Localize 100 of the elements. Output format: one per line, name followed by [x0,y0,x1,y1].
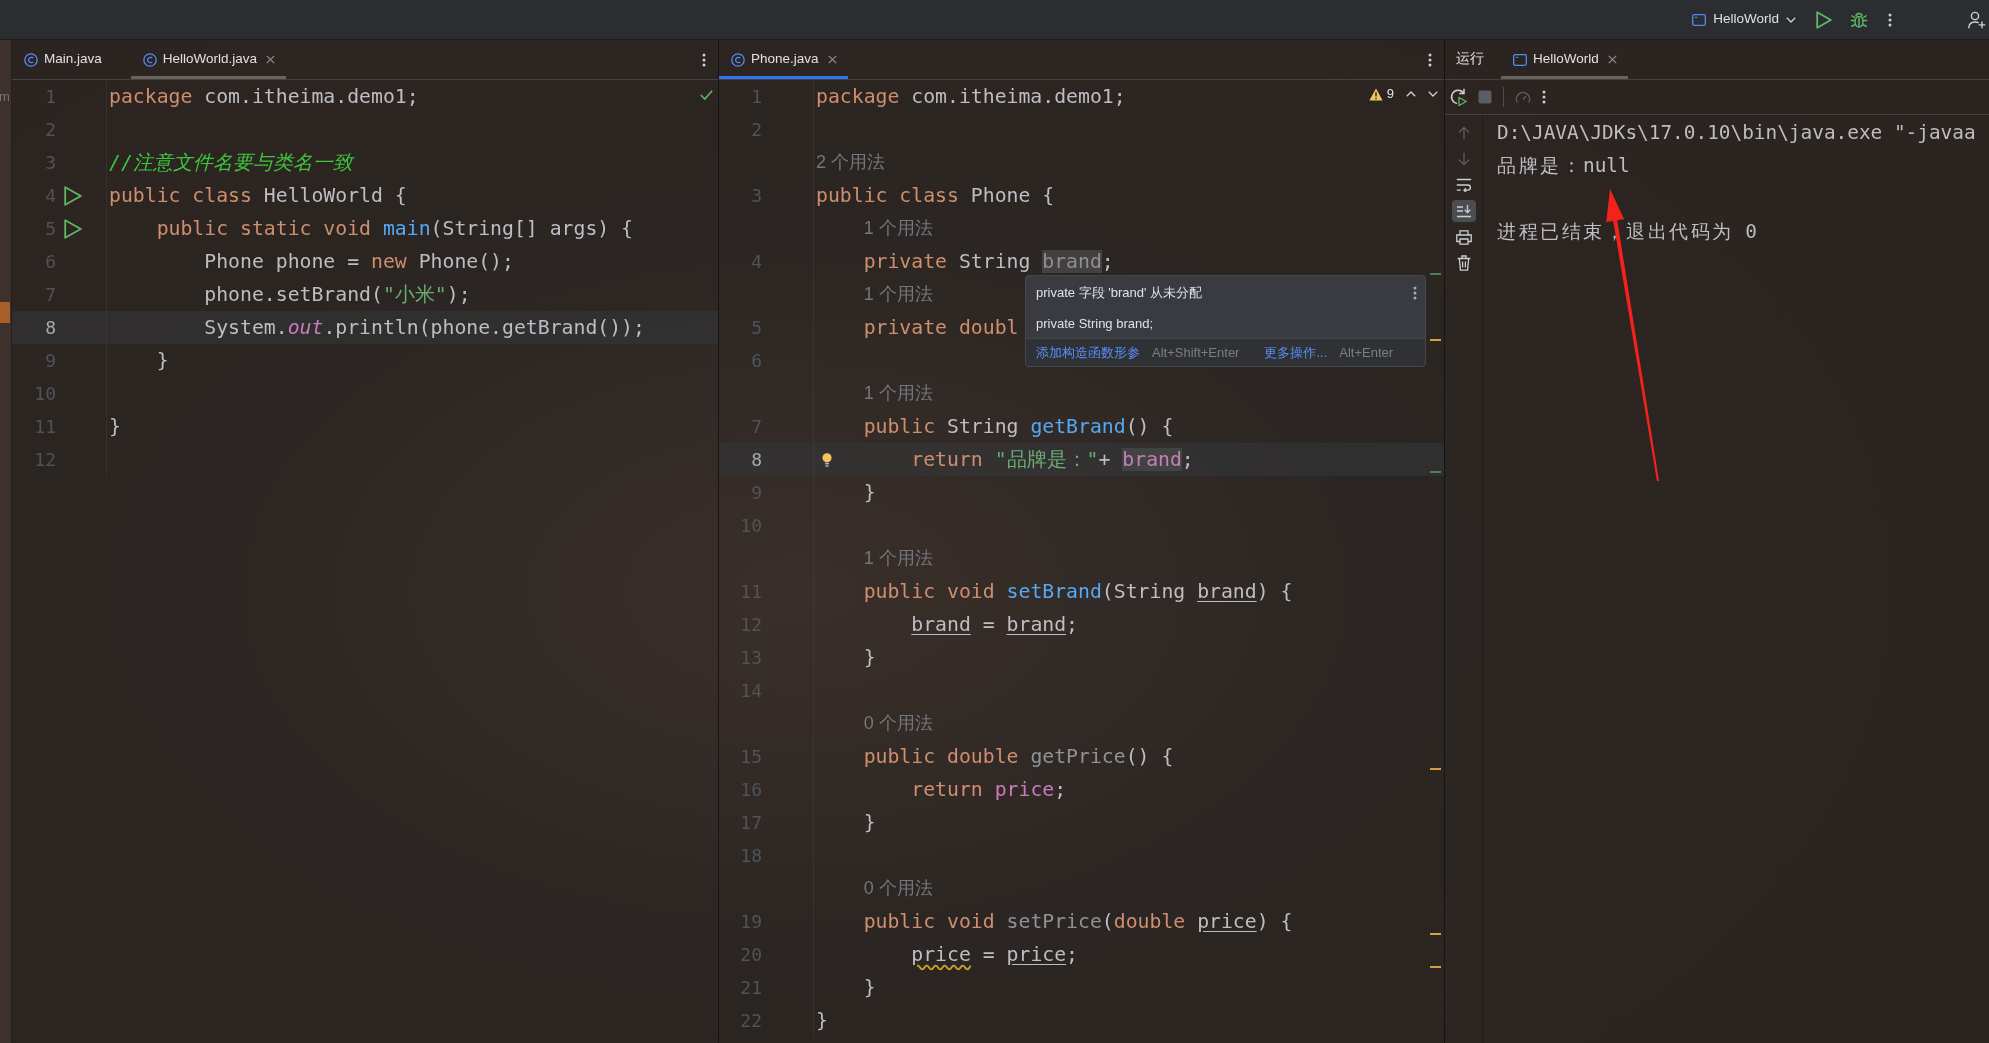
code-line: } [109,415,121,438]
debug-icon[interactable] [1850,10,1868,29]
chevron-down-icon[interactable] [1428,91,1438,97]
usage-hint[interactable]: 1 个用法 [863,284,933,305]
stripe-marker[interactable] [1430,933,1441,935]
chevron-down-icon[interactable] [1786,16,1796,23]
line-number: 5 [45,218,56,239]
usage-hint[interactable]: 1 个用法 [863,383,933,404]
scroll-to-end-icon[interactable] [1451,200,1476,222]
editor-tab[interactable]: Phone.java [719,40,848,79]
more-icon[interactable] [702,52,706,67]
line-number: 2 [751,119,762,140]
stripe-marker[interactable] [1430,339,1441,341]
console-line: D:\JAVA\JDKs\17.0.10\bin\java.exe "-javaa [1497,120,1976,146]
line-number: 1 [751,86,762,107]
usage-hint[interactable]: 2 个用法 [816,152,885,173]
code-line: public String getBrand() { [863,415,1174,438]
code-line: System.out.println(phone.getBrand()); [204,316,645,339]
popup-action[interactable]: 添加构造函数形参 [1036,342,1140,363]
more-icon[interactable] [1888,12,1892,27]
printer-icon[interactable] [1455,229,1472,245]
code-line: public void setBrand(String brand) { [863,580,1293,603]
line-number: 11 [34,416,56,437]
line-number: 3 [45,152,56,173]
code-line: //注意文件名要与类名一致 [109,151,353,174]
run-icon[interactable] [1816,10,1832,29]
code-line: public class Phone { [816,184,1055,207]
popup-message: private 字段 'brand' 从未分配 [1036,283,1203,302]
code-line: } [863,481,876,504]
stripe-marker[interactable] [1430,966,1441,968]
warning-count[interactable]: 9 [1386,86,1394,102]
code-line: Phone phone = new Phone(); [204,250,514,273]
checkmark-icon [700,90,713,100]
add-user-icon[interactable] [1968,10,1986,29]
run-icon[interactable] [64,218,82,239]
usage-hint[interactable]: 1 个用法 [863,548,933,569]
more-icon[interactable] [1428,52,1432,67]
shortcut-hint: Alt+Shift+Enter [1152,343,1240,362]
editor-tab[interactable]: Main.java [12,40,113,79]
run-config-dropdown[interactable]: HelloWorld [1692,9,1796,30]
popup-action[interactable]: 更多操作... [1264,342,1328,363]
line-number: 9 [45,350,56,371]
line-number: 20 [740,944,762,965]
shortcut-hint: Alt+Enter [1339,343,1394,362]
line-number: 6 [45,251,56,272]
chevron-up-icon[interactable] [1406,91,1416,97]
class-file-icon [24,52,38,67]
code-line: package com.itheima.demo1; [109,85,419,108]
line-number: 21 [740,977,762,998]
code-line: brand = brand; [911,613,1079,636]
run-icon[interactable] [64,185,82,206]
code-line: price = price; [911,943,1079,966]
line-number: 3 [751,185,762,206]
class-file-icon [731,52,745,67]
code-line: } [863,646,876,669]
lightbulb-icon[interactable] [822,453,832,467]
code-line: package com.itheima.demo1; [816,85,1126,108]
console-line: 品牌是：null [1497,153,1630,179]
run-tab[interactable]: HelloWorld [1501,40,1628,79]
code-line: } [863,811,876,834]
close-icon[interactable] [1607,55,1617,64]
trash-icon[interactable] [1456,255,1471,271]
line-number: 10 [34,383,56,404]
code-line: public double getPrice() { [863,745,1174,768]
window-icon [1692,13,1707,26]
line-number: 4 [45,185,56,206]
line-number: 7 [45,284,56,305]
line-number: 8 [45,317,56,338]
usage-hint[interactable]: 0 个用法 [863,713,933,734]
line-number: 8 [751,449,762,470]
stripe-marker[interactable] [1430,273,1441,275]
warning-icon[interactable] [1368,87,1383,101]
code-line: public void setPrice(double price) { [863,910,1293,933]
close-icon[interactable] [266,55,276,64]
line-number: 22 [740,1010,762,1031]
code-line: } [863,976,876,999]
more-icon[interactable] [1413,285,1417,300]
code-line: private String brand; [863,250,1114,273]
rerun-icon[interactable] [1449,88,1467,106]
usage-hint[interactable]: 1 个用法 [863,218,933,239]
popup-code: private String brand; [1036,314,1154,333]
code-line: return "品牌是："+ brand; [911,448,1194,471]
code-line: } [156,349,169,372]
code-line: public static void main(String[] args) { [156,217,634,240]
more-icon[interactable] [1542,90,1546,104]
line-number: 12 [34,449,56,470]
stripe-marker[interactable] [1430,471,1441,473]
code-line: phone.setBrand("小米"); [204,283,471,306]
panel-title: 运行 [1456,50,1484,69]
code-line: public class HelloWorld { [109,184,407,207]
soft-wrap-icon[interactable] [1455,178,1472,192]
code-line: } [816,1009,828,1032]
code-line: private doubl [863,316,1019,339]
editor-tab[interactable]: HelloWorld.java [130,40,287,79]
edge-label: m [0,88,10,106]
stripe-marker[interactable] [1430,768,1441,770]
usage-hint[interactable]: 0 个用法 [863,878,933,899]
code-line: return price; [911,778,1067,801]
window-icon [1513,53,1527,66]
close-icon[interactable] [827,55,837,64]
